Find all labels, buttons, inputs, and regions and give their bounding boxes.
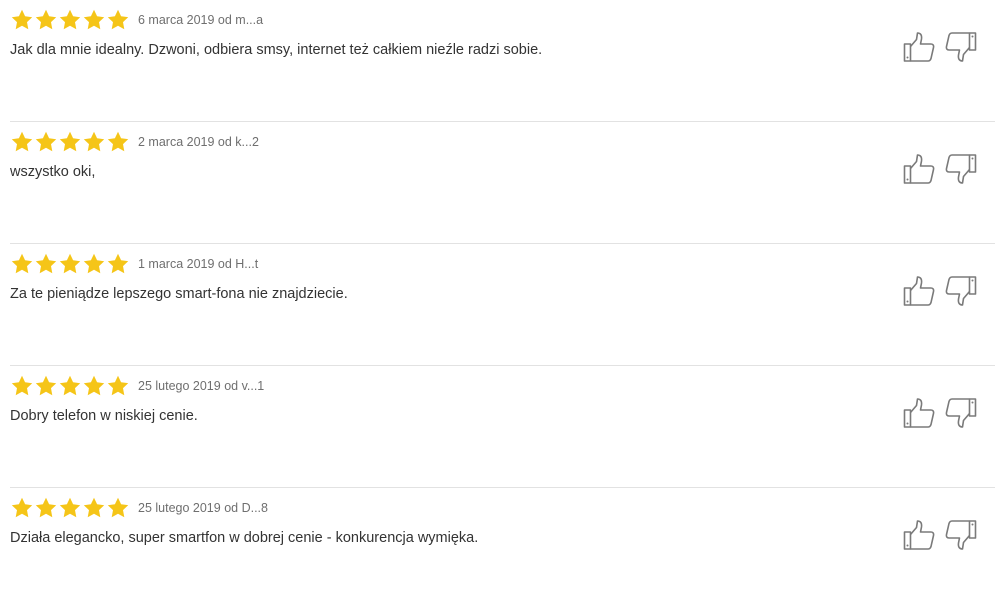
review-meta-row: 2 marca 2019 od k...2 [10, 130, 259, 154]
star-icon [10, 374, 34, 398]
review-date-author: 2 marca 2019 od k...2 [138, 135, 259, 149]
thumbs-down-icon[interactable] [945, 274, 977, 308]
thumbs-down-icon[interactable] [945, 518, 977, 552]
star-icon [82, 130, 106, 154]
thumbs-down-icon[interactable] [945, 152, 977, 186]
star-icon [106, 374, 130, 398]
star-icon [10, 130, 34, 154]
review-votes [893, 30, 977, 64]
review-meta-row: 25 lutego 2019 od v...1 [10, 374, 264, 398]
thumbs-up-icon[interactable] [903, 152, 935, 186]
star-rating [10, 8, 130, 32]
star-icon [34, 374, 58, 398]
review-meta-row: 6 marca 2019 od m...a [10, 8, 263, 32]
review-item: 25 lutego 2019 od v...1 Dobry telefon w … [10, 366, 995, 488]
review-votes [893, 274, 977, 308]
review-item: 25 lutego 2019 od D...8 Działa elegancko… [10, 488, 995, 610]
star-rating [10, 130, 130, 154]
star-icon [10, 252, 34, 276]
star-icon [82, 8, 106, 32]
star-icon [82, 374, 106, 398]
review-date-author: 25 lutego 2019 od v...1 [138, 379, 265, 393]
star-icon [10, 496, 34, 520]
star-icon [34, 252, 58, 276]
review-meta-row: 1 marca 2019 od H...t [10, 252, 258, 276]
star-rating [10, 252, 130, 276]
review-meta-row: 25 lutego 2019 od D...8 [10, 496, 268, 520]
review-date-author: 1 marca 2019 od H...t [138, 257, 259, 271]
star-icon [106, 252, 130, 276]
review-date-author: 25 lutego 2019 od D...8 [138, 501, 268, 515]
review-item: 6 marca 2019 od m...a Jak dla mnie ideal… [10, 0, 995, 122]
review-item: 1 marca 2019 od H...t Za te pieniądze le… [10, 244, 995, 366]
star-icon [34, 130, 58, 154]
review-text: Za te pieniądze lepszego smart-fona nie … [10, 286, 348, 302]
star-icon [34, 496, 58, 520]
star-icon [106, 496, 130, 520]
review-item: 2 marca 2019 od k...2 wszystko oki, [10, 122, 995, 244]
review-text: wszystko oki, [10, 164, 96, 180]
review-votes [893, 152, 977, 186]
star-icon [58, 374, 82, 398]
reviews-list: 6 marca 2019 od m...a Jak dla mnie ideal… [0, 0, 995, 610]
thumbs-down-icon[interactable] [945, 396, 977, 430]
thumbs-up-icon[interactable] [903, 30, 935, 64]
review-votes [893, 396, 977, 430]
thumbs-up-icon[interactable] [903, 518, 935, 552]
thumbs-up-icon[interactable] [903, 274, 935, 308]
star-icon [34, 8, 58, 32]
star-rating [10, 374, 130, 398]
review-text: Działa elegancko, super smartfon w dobre… [10, 530, 479, 546]
star-icon [106, 8, 130, 32]
star-icon [82, 496, 106, 520]
review-votes [893, 518, 977, 552]
star-icon [10, 8, 34, 32]
star-icon [58, 130, 82, 154]
star-icon [58, 8, 82, 32]
review-text: Dobry telefon w niskiej cenie. [10, 408, 198, 424]
star-icon [58, 496, 82, 520]
star-rating [10, 496, 130, 520]
star-icon [106, 130, 130, 154]
thumbs-up-icon[interactable] [903, 396, 935, 430]
review-date-author: 6 marca 2019 od m...a [138, 13, 264, 27]
star-icon [58, 252, 82, 276]
review-text: Jak dla mnie idealny. Dzwoni, odbiera sm… [10, 42, 543, 58]
star-icon [82, 252, 106, 276]
thumbs-down-icon[interactable] [945, 30, 977, 64]
